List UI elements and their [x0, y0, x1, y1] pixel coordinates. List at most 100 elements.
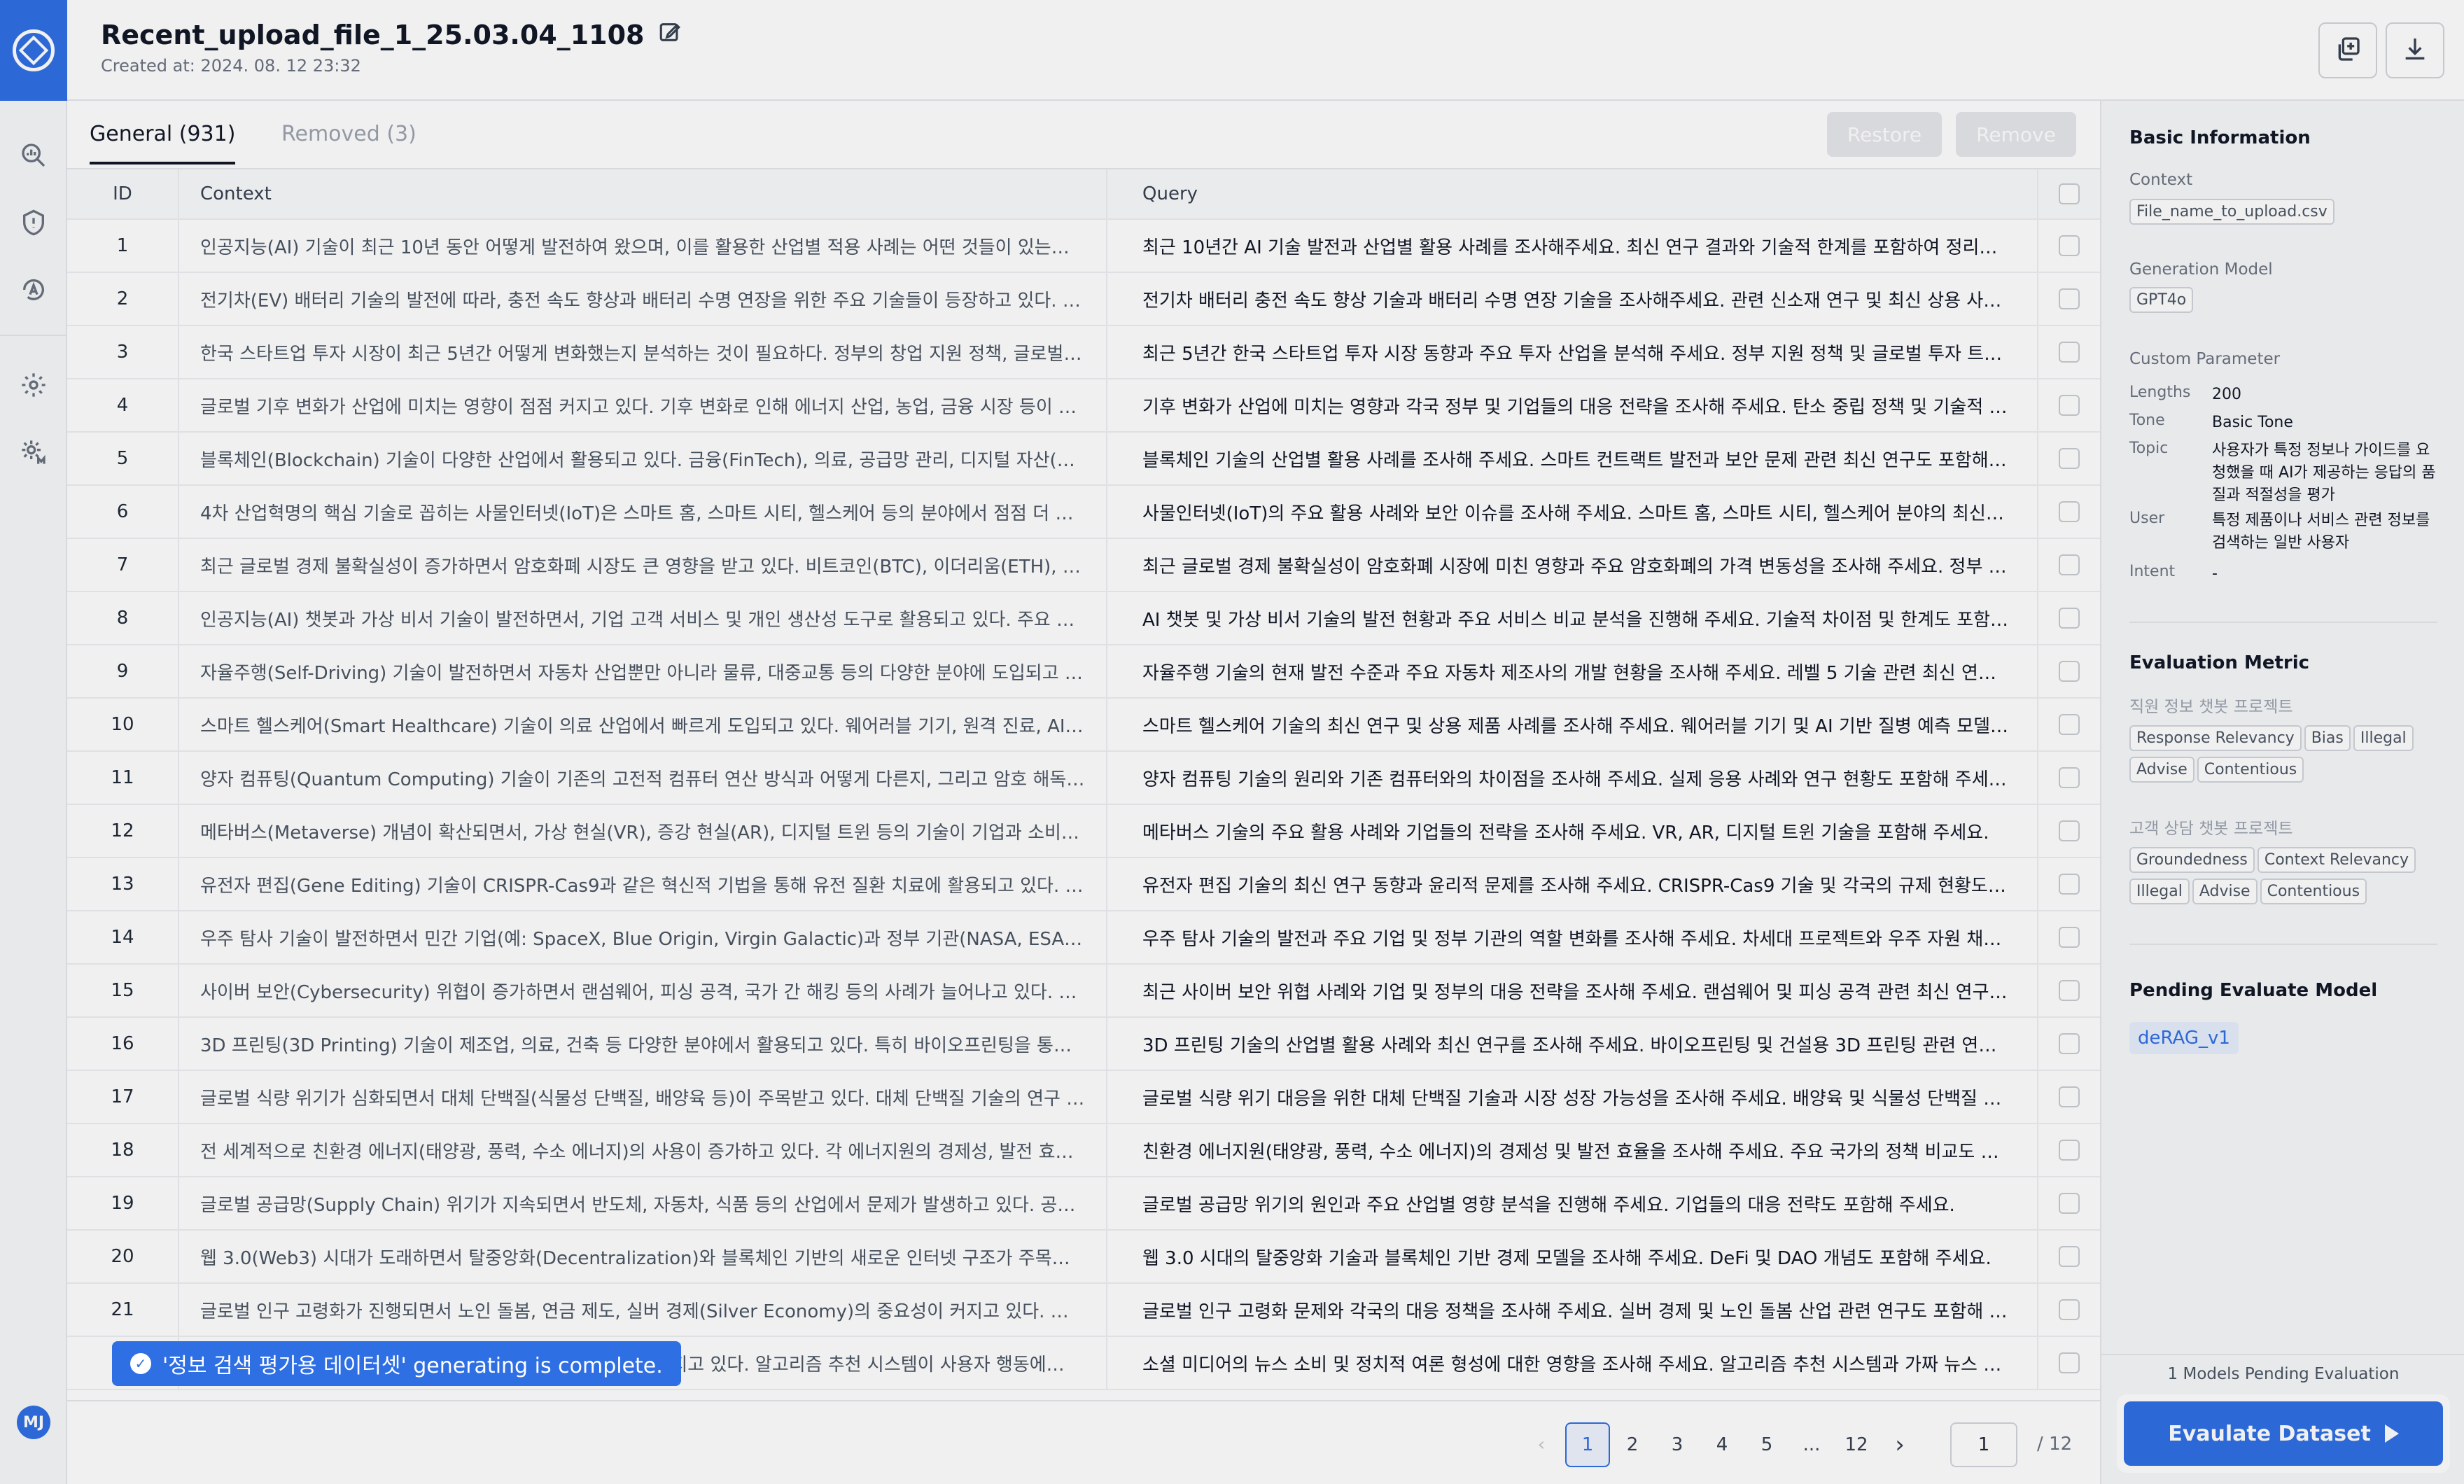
table-row[interactable]: 5 블록체인(Blockchain) 기술이 다양한 산업에서 활용되고 있다. … — [67, 433, 2100, 486]
col-id: ID — [67, 169, 179, 218]
page-button[interactable]: 4 — [1700, 1422, 1744, 1467]
row-checkbox[interactable] — [2059, 661, 2080, 682]
row-id: 5 — [67, 433, 179, 484]
table-row[interactable]: 7 최근 글로벌 경제 불확실성이 증가하면서 암호화폐 시장도 큰 영향을 받고… — [67, 539, 2100, 592]
info-panel: Basic Information Context File_name_to_u… — [2100, 101, 2464, 1484]
param-lengths: Lengths 200 — [2129, 384, 2241, 403]
row-checkbox[interactable] — [2059, 554, 2080, 575]
row-checkbox[interactable] — [2059, 980, 2080, 1001]
row-query: 최근 글로벌 경제 불확실성이 암호화폐 시장에 미친 영향과 주요 암호화폐의… — [1107, 539, 2038, 591]
restore-button[interactable]: Restore — [1827, 112, 1942, 157]
row-checkbox[interactable] — [2059, 1299, 2080, 1320]
row-checkbox[interactable] — [2059, 235, 2080, 256]
table-row[interactable]: 15 사이버 보안(Cybersecurity) 위협이 증가하면서 랜섬웨어, … — [67, 965, 2100, 1018]
tab-general[interactable]: General (931) — [90, 122, 236, 164]
row-query: 글로벌 공급망 위기의 원인과 주요 산업별 영향 분석을 진행해 주세요. 기… — [1107, 1177, 2038, 1229]
row-checkbox[interactable] — [2059, 395, 2080, 416]
row-checkbox[interactable] — [2059, 342, 2080, 363]
row-checkbox[interactable] — [2059, 1033, 2080, 1054]
row-checkbox[interactable] — [2059, 927, 2080, 948]
metric-chip: Illegal — [2353, 725, 2414, 751]
row-id: 20 — [67, 1231, 179, 1282]
row-context: 블록체인(Blockchain) 기술이 다양한 산업에서 활용되고 있다. 금… — [179, 433, 1107, 484]
table-row[interactable]: 16 3D 프린팅(3D Printing) 기술이 제조업, 의료, 건축 등 … — [67, 1018, 2100, 1071]
row-checkbox[interactable] — [2059, 1140, 2080, 1161]
row-id: 13 — [67, 858, 179, 910]
param-tone: Tone Basic Tone — [2129, 412, 2293, 431]
table-row[interactable]: 18 전 세계적으로 친환경 에너지(태양광, 풍력, 수소 에너지)의 사용이 … — [67, 1124, 2100, 1177]
metric-group-2-label: 고객 상담 챗봇 프로젝트 — [2129, 820, 2293, 838]
metric-chip: Advise — [2129, 757, 2194, 783]
basic-info-title: Basic Information — [2129, 127, 2311, 148]
row-checkbox[interactable] — [2059, 288, 2080, 309]
row-checkbox[interactable] — [2059, 1246, 2080, 1267]
row-checkbox[interactable] — [2059, 501, 2080, 522]
table-row[interactable]: 3 한국 스타트업 투자 시장이 최근 5년간 어떻게 변화했는지 분석하는 것이… — [67, 326, 2100, 379]
row-checkbox[interactable] — [2059, 874, 2080, 895]
table-row[interactable]: 8 인공지능(AI) 챗봇과 가상 비서 기술이 발전하면서, 기업 고객 서비스… — [67, 592, 2100, 645]
table-row[interactable]: 9 자율주행(Self-Driving) 기술이 발전하면서 자동차 산업뿐만 아… — [67, 645, 2100, 699]
table-row[interactable]: 6 4차 산업혁명의 핵심 기술로 꼽히는 사물인터넷(IoT)은 스마트 홈, … — [67, 486, 2100, 539]
user-avatar[interactable]: MJ — [17, 1406, 50, 1439]
table-row[interactable]: 17 글로벌 식량 위기가 심화되면서 대체 단백질(식물성 단백질, 배양육 등… — [67, 1071, 2100, 1124]
row-checkbox[interactable] — [2059, 448, 2080, 469]
row-checkbox[interactable] — [2059, 714, 2080, 735]
next-page-icon[interactable]: › — [1877, 1422, 1922, 1467]
metric-chip: Context Relevancy — [2257, 847, 2416, 873]
settings-users-icon[interactable] — [18, 370, 49, 400]
row-checkbox[interactable] — [2059, 608, 2080, 629]
edit-icon[interactable] — [658, 20, 682, 50]
select-all-checkbox[interactable] — [2059, 183, 2080, 204]
row-checkbox[interactable] — [2059, 767, 2080, 788]
row-checkbox[interactable] — [2059, 1352, 2080, 1373]
table-row[interactable]: 1 인공지능(AI) 기술이 최근 10년 동안 어떻게 발전하여 왔으며, 이를… — [67, 220, 2100, 273]
page-button[interactable]: 3 — [1655, 1422, 1700, 1467]
row-context: 양자 컴퓨팅(Quantum Computing) 기술이 기존의 고전적 컴퓨… — [179, 752, 1107, 804]
metric-chip: Illegal — [2129, 878, 2190, 904]
prev-page-icon[interactable]: ‹ — [1519, 1422, 1564, 1467]
table-row[interactable]: 10 스마트 헬스케어(Smart Healthcare) 기술이 의료 산업에서… — [67, 699, 2100, 752]
context-label: Context — [2129, 171, 2193, 189]
table-row[interactable]: 12 메타버스(Metaverse) 개념이 확산되면서, 가상 현실(VR), … — [67, 805, 2100, 858]
page-button[interactable]: 12 — [1834, 1422, 1879, 1467]
row-context: 전기차(EV) 배터리 기술의 발전에 따라, 충전 속도 향상과 배터리 수명… — [179, 273, 1107, 325]
row-checkbox[interactable] — [2059, 820, 2080, 841]
table-row[interactable]: 14 우주 탐사 기술이 발전하면서 민간 기업(예: SpaceX, Blue … — [67, 911, 2100, 965]
tab-removed[interactable]: Removed (3) — [281, 122, 416, 162]
table-row[interactable]: 11 양자 컴퓨팅(Quantum Computing) 기술이 기존의 고전적 … — [67, 752, 2100, 805]
row-context: 3D 프린팅(3D Printing) 기술이 제조업, 의료, 건축 등 다양… — [179, 1018, 1107, 1070]
row-context: 스마트 헬스케어(Smart Healthcare) 기술이 의료 산업에서 빠… — [179, 699, 1107, 750]
row-query: 블록체인 기술의 산업별 활용 사례를 조사해 주세요. 스마트 컨트랙트 발전… — [1107, 433, 2038, 484]
table-row[interactable]: 4 글로벌 기후 변화가 산업에 미치는 영향이 점점 커지고 있다. 기후 변화… — [67, 379, 2100, 433]
table-row[interactable]: 21 글로벌 인구 고령화가 진행되면서 노인 돌봄, 연금 제도, 실버 경제(… — [67, 1284, 2100, 1337]
page-button[interactable]: 5 — [1744, 1422, 1789, 1467]
evaluate-dataset-button[interactable]: Evaulate Dataset — [2124, 1401, 2443, 1466]
row-id: 21 — [67, 1284, 179, 1336]
success-toast: ✓ '정보 검색 평가용 데이터셋' generating is complet… — [112, 1341, 681, 1386]
page-button[interactable]: 2 — [1610, 1422, 1655, 1467]
download-button[interactable] — [2386, 22, 2444, 78]
page-button[interactable]: 1 — [1565, 1422, 1610, 1467]
row-query: 양자 컴퓨팅 기술의 원리와 기존 컴퓨터와의 차이점을 조사해 주세요. 실제… — [1107, 752, 2038, 804]
table-row[interactable]: 20 웹 3.0(Web3) 시대가 도래하면서 탈중앙화(Decentraliz… — [67, 1231, 2100, 1284]
row-context: 자율주행(Self-Driving) 기술이 발전하면서 자동차 산업뿐만 아니… — [179, 645, 1107, 697]
pending-model-chip[interactable]: deRAG_v1 — [2129, 1022, 2239, 1054]
app-logo[interactable] — [0, 0, 67, 101]
shield-alert-icon[interactable] — [18, 207, 49, 238]
row-checkbox[interactable] — [2059, 1086, 2080, 1107]
table-row[interactable]: 13 유전자 편집(Gene Editing) 기술이 CRISPR-Cas9과 … — [67, 858, 2100, 911]
duplicate-button[interactable] — [2318, 22, 2377, 78]
table-row[interactable]: 19 글로벌 공급망(Supply Chain) 위기가 지속되면서 반도체, 자… — [67, 1177, 2100, 1231]
left-nav: MJ — [0, 0, 67, 1484]
page-total: / 12 — [2037, 1434, 2073, 1455]
row-id: 11 — [67, 752, 179, 804]
table-row[interactable]: 2 전기차(EV) 배터리 기술의 발전에 따라, 충전 속도 향상과 배터리 수… — [67, 273, 2100, 326]
text-ai-icon[interactable] — [18, 274, 49, 305]
remove-button[interactable]: Remove — [1956, 112, 2076, 157]
eval-metric-title: Evaluation Metric — [2129, 652, 2310, 673]
page-number-input[interactable]: 1 — [1950, 1422, 2017, 1467]
row-checkbox[interactable] — [2059, 1193, 2080, 1214]
row-context: 웹 3.0(Web3) 시대가 도래하면서 탈중앙화(Decentralizat… — [179, 1231, 1107, 1282]
settings-model-icon[interactable] — [18, 437, 49, 468]
analytics-search-icon[interactable] — [18, 140, 49, 171]
